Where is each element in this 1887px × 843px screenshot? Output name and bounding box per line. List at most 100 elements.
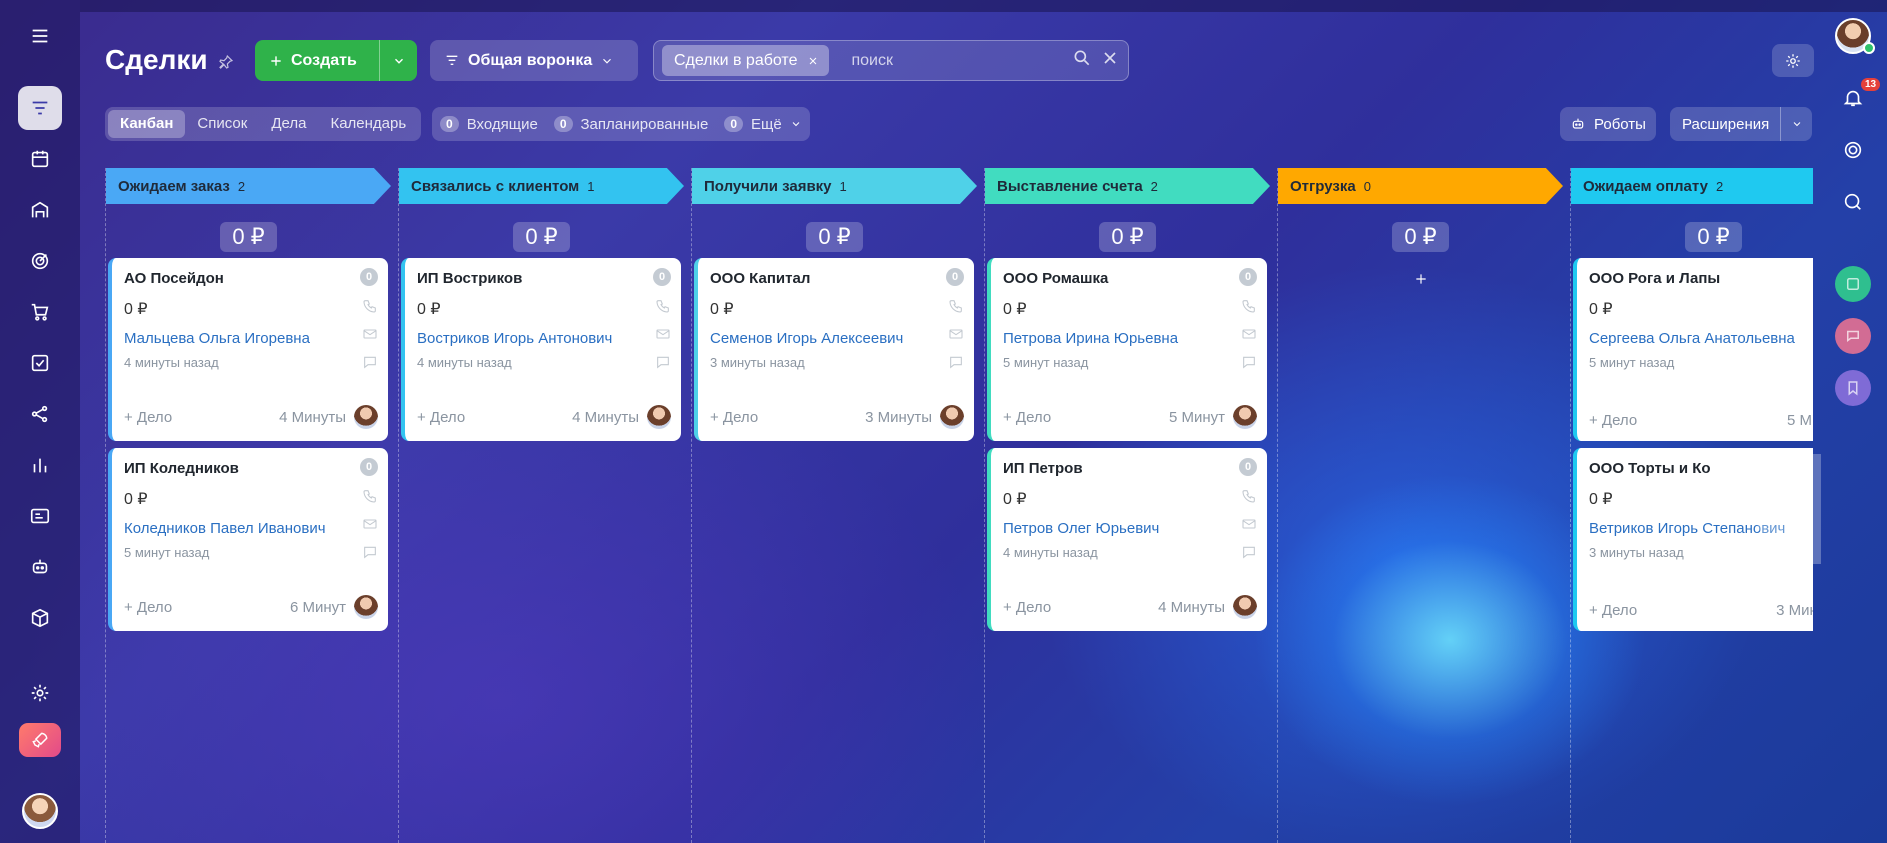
kanban-settings-button[interactable] bbox=[1772, 44, 1814, 77]
funnel-selector[interactable]: Общая воронка bbox=[430, 40, 638, 81]
comment-icon[interactable] bbox=[655, 354, 671, 370]
column-header[interactable]: Ожидаем оплату 2 bbox=[1571, 168, 1813, 204]
responsible-avatar[interactable] bbox=[1233, 595, 1257, 619]
tab-activities[interactable]: Дела bbox=[259, 110, 318, 138]
bookmark-icon[interactable] bbox=[1835, 370, 1871, 406]
deal-contact[interactable]: Коледников Павел Иванович bbox=[124, 520, 376, 537]
column-header[interactable]: Отгрузка 0 bbox=[1278, 168, 1563, 204]
counter-planned[interactable]: 0 Запланированные bbox=[553, 116, 708, 133]
deal-card[interactable]: ООО Ромашка 0 0 ₽ Петрова Ирина Юрьевна … bbox=[987, 258, 1267, 441]
deal-card[interactable]: ООО Капитал 0 0 ₽ Семенов Игорь Алексеев… bbox=[694, 258, 974, 441]
app-shortcut-icon[interactable] bbox=[1835, 266, 1871, 302]
column-header[interactable]: Ожидаем заказ 2 bbox=[106, 168, 391, 204]
phone-icon[interactable] bbox=[362, 488, 378, 504]
mail-icon[interactable] bbox=[362, 516, 378, 532]
add-activity-link[interactable]: + Дело bbox=[710, 409, 758, 426]
mail-icon[interactable] bbox=[1241, 326, 1257, 342]
add-activity-link[interactable]: + Дело bbox=[1003, 409, 1051, 426]
mail-icon[interactable] bbox=[948, 326, 964, 342]
comment-icon[interactable] bbox=[1241, 544, 1257, 560]
responsible-avatar[interactable] bbox=[354, 405, 378, 429]
tasks-icon[interactable] bbox=[18, 341, 62, 385]
create-button[interactable]: Создать bbox=[255, 40, 417, 81]
settings-gear-icon[interactable] bbox=[18, 671, 62, 715]
deal-title[interactable]: ООО Рога и Лапы bbox=[1589, 270, 1813, 287]
column-header[interactable]: Связались с клиентом 1 bbox=[399, 168, 684, 204]
extensions-dropdown[interactable] bbox=[1780, 107, 1812, 141]
search-filter-box[interactable]: Сделки в работе bbox=[653, 40, 1129, 81]
counter-incoming[interactable]: 0 Входящие bbox=[440, 116, 538, 133]
calendar-icon[interactable] bbox=[18, 137, 62, 181]
robot-icon[interactable] bbox=[18, 545, 62, 589]
box-icon[interactable] bbox=[18, 596, 62, 640]
phone-icon[interactable] bbox=[1241, 298, 1257, 314]
deal-title[interactable]: ИП Петров bbox=[1003, 460, 1255, 477]
tab-list[interactable]: Список bbox=[185, 110, 259, 138]
deal-card[interactable]: АО Посейдон 0 0 ₽ Мальцева Ольга Игоревн… bbox=[108, 258, 388, 441]
search-icon[interactable] bbox=[1072, 48, 1092, 73]
add-activity-link[interactable]: + Дело bbox=[1589, 602, 1637, 619]
search-chat-icon[interactable] bbox=[1835, 184, 1871, 220]
deal-title[interactable]: ИП Коледников bbox=[124, 460, 376, 477]
crm-funnel-icon[interactable] bbox=[18, 86, 62, 130]
comment-icon[interactable] bbox=[362, 544, 378, 560]
copilot-icon[interactable] bbox=[1835, 132, 1871, 168]
create-dropdown-toggle[interactable] bbox=[379, 40, 417, 81]
deal-card[interactable]: ИП Коледников 0 0 ₽ Коледников Павел Ива… bbox=[108, 448, 388, 631]
automation-icon[interactable] bbox=[18, 392, 62, 436]
mail-icon[interactable] bbox=[655, 326, 671, 342]
add-activity-link[interactable]: + Дело bbox=[1003, 599, 1051, 616]
deal-title[interactable]: АО Посейдон bbox=[124, 270, 376, 287]
user-avatar[interactable] bbox=[22, 793, 58, 829]
phone-icon[interactable] bbox=[948, 298, 964, 314]
column-header[interactable]: Получили заявку 1 bbox=[692, 168, 977, 204]
deal-title[interactable]: ООО Капитал bbox=[710, 270, 962, 287]
phone-icon[interactable] bbox=[362, 298, 378, 314]
comment-icon[interactable] bbox=[362, 354, 378, 370]
analytics-icon[interactable] bbox=[18, 443, 62, 487]
column-header[interactable]: Выставление счета 2 bbox=[985, 168, 1270, 204]
target-icon[interactable] bbox=[18, 239, 62, 283]
deal-card[interactable]: ООО Рога и Лапы 0 ₽ Сергеева Ольга Анато… bbox=[1573, 258, 1813, 441]
deal-contact[interactable]: Петрова Ирина Юрьевна bbox=[1003, 330, 1255, 347]
comment-icon[interactable] bbox=[1241, 354, 1257, 370]
pin-icon[interactable] bbox=[218, 54, 234, 75]
add-activity-link[interactable]: + Дело bbox=[1589, 412, 1637, 429]
deal-title[interactable]: ИП Востриков bbox=[417, 270, 669, 287]
add-activity-link[interactable]: + Дело bbox=[124, 409, 172, 426]
deal-card[interactable]: ИП Петров 0 0 ₽ Петров Олег Юрьевич 4 ми… bbox=[987, 448, 1267, 631]
search-input[interactable] bbox=[837, 51, 1064, 70]
comment-icon[interactable] bbox=[948, 354, 964, 370]
chat-shortcut-icon[interactable] bbox=[1835, 318, 1871, 354]
extensions-button[interactable]: Расширения bbox=[1670, 107, 1812, 141]
deal-contact[interactable]: Петров Олег Юрьевич bbox=[1003, 520, 1255, 537]
menu-burger-icon[interactable] bbox=[18, 14, 62, 58]
filter-chip[interactable]: Сделки в работе bbox=[662, 45, 830, 76]
mail-icon[interactable] bbox=[362, 326, 378, 342]
cart-icon[interactable] bbox=[18, 290, 62, 334]
add-deal-button[interactable] bbox=[1278, 272, 1563, 286]
responsible-avatar[interactable] bbox=[647, 405, 671, 429]
add-activity-link[interactable]: + Дело bbox=[417, 409, 465, 426]
responsible-avatar[interactable] bbox=[940, 405, 964, 429]
deal-contact[interactable]: Мальцева Ольга Игоревна bbox=[124, 330, 376, 347]
close-icon[interactable] bbox=[807, 55, 819, 67]
phone-icon[interactable] bbox=[655, 298, 671, 314]
deal-contact[interactable]: Сергеева Ольга Анатольевна bbox=[1589, 330, 1813, 347]
add-activity-link[interactable]: + Дело bbox=[124, 599, 172, 616]
clear-search-icon[interactable] bbox=[1100, 48, 1120, 73]
robots-button[interactable]: Роботы bbox=[1560, 107, 1656, 141]
phone-icon[interactable] bbox=[1241, 488, 1257, 504]
deal-card[interactable]: ИП Востриков 0 0 ₽ Востриков Игорь Антон… bbox=[401, 258, 681, 441]
counter-more[interactable]: 0 Ещё bbox=[724, 116, 801, 133]
responsible-avatar[interactable] bbox=[354, 595, 378, 619]
deal-contact[interactable]: Востриков Игорь Антонович bbox=[417, 330, 669, 347]
store-icon[interactable] bbox=[18, 188, 62, 232]
contact-card-icon[interactable] bbox=[18, 494, 62, 538]
tab-calendar[interactable]: Календарь bbox=[318, 110, 418, 138]
tab-kanban[interactable]: Канбан bbox=[108, 110, 186, 138]
rocket-icon[interactable] bbox=[19, 723, 61, 757]
responsible-avatar[interactable] bbox=[1233, 405, 1257, 429]
deal-contact[interactable]: Семенов Игорь Алексеевич bbox=[710, 330, 962, 347]
deal-title[interactable]: ООО Ромашка bbox=[1003, 270, 1255, 287]
